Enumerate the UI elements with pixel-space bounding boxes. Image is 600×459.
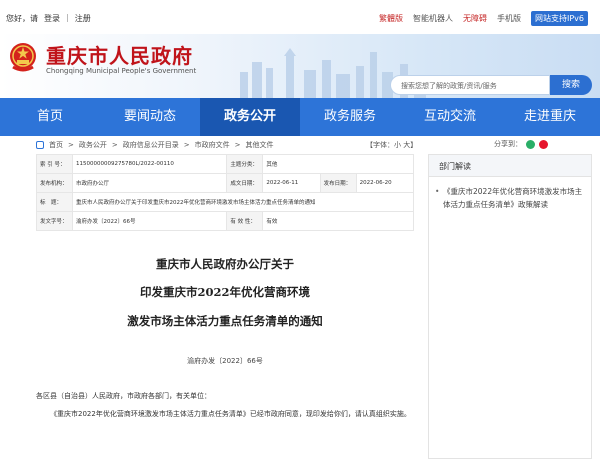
nav-home[interactable]: 首页 xyxy=(0,98,100,136)
table-row: 标 题： 重庆市人民政府办公厅关于印发重庆市2022年优化营商环境激发市场主体活… xyxy=(36,192,414,212)
login-link[interactable]: 登录 xyxy=(44,13,60,24)
breadcrumb-home[interactable]: 首页 xyxy=(49,140,63,150)
top-utility-bar: 您好，请 登录 | 注册 繁體版 智能机器人 无障碍 手机版 网站支持IPv6 xyxy=(0,0,600,34)
breadcrumb-other-files[interactable]: 其他文件 xyxy=(246,140,274,150)
meta-value: 重庆市人民政府办公厅关于印发重庆市2022年优化营商环境激发市场主体活力重点任务… xyxy=(72,192,414,212)
meta-key: 发布机构： xyxy=(36,173,73,193)
meta-value: 2022-06-11 xyxy=(262,173,321,193)
nav-gov-affairs-open[interactable]: 政务公开 xyxy=(200,98,300,136)
site-title[interactable]: 重庆市人民政府 xyxy=(46,40,193,69)
meta-value: 渝府办发〔2022〕66号 xyxy=(71,211,228,231)
nav-news[interactable]: 要闻动态 xyxy=(100,98,200,136)
meta-key: 发文字号： xyxy=(36,211,73,231)
share-bar: 分享到： xyxy=(494,139,548,149)
article-salutation: 各区县（自治县）人民政府，市政府各部门，有关单位： xyxy=(36,392,211,400)
breadcrumb-catalog[interactable]: 政府信息公开目录 xyxy=(123,140,179,150)
nav-interaction[interactable]: 互动交流 xyxy=(400,98,500,136)
robot-link[interactable]: 智能机器人 xyxy=(413,13,453,26)
meta-key: 成文日期： xyxy=(226,173,264,193)
user-links: 您好，请 登录 | 注册 xyxy=(6,13,91,24)
meta-value: 有效 xyxy=(262,211,414,231)
breadcrumb-separator: > xyxy=(183,141,190,149)
separator: | xyxy=(66,13,69,22)
article-title-line-1: 重庆市人民政府办公厅关于 xyxy=(156,257,294,271)
site-subtitle: Chongqing Municipal People's Government xyxy=(46,67,197,75)
main-nav: 首页 要闻动态 政务公开 政务服务 互动交流 走进重庆 xyxy=(0,98,600,136)
breadcrumb-separator: > xyxy=(234,141,241,149)
register-link[interactable]: 注册 xyxy=(75,13,91,24)
national-emblem-icon xyxy=(10,43,36,72)
meta-value: 其他 xyxy=(262,154,414,174)
meta-key: 索 引 号： xyxy=(36,154,73,174)
meta-key: 主题分类： xyxy=(226,154,264,174)
breadcrumb-separator: > xyxy=(111,141,118,149)
document-meta-table: 索 引 号： 11500000009275780L/2022-00110 主题分… xyxy=(36,154,415,231)
meta-key: 发布日期： xyxy=(319,173,357,193)
breadcrumb-city-files[interactable]: 市政府文件 xyxy=(195,140,230,150)
article-title-line-3: 激发市场主体活力重点任务清单的通知 xyxy=(127,314,323,328)
breadcrumb-separator: > xyxy=(68,141,74,149)
meta-value: 市政府办公厅 xyxy=(71,173,228,193)
search-button[interactable]: 搜索 xyxy=(550,75,592,95)
table-row: 发文字号： 渝府办发〔2022〕66号 有 效 性： 有效 xyxy=(36,211,414,231)
top-links: 繁體版 智能机器人 无障碍 手机版 网站支持IPv6 xyxy=(379,11,588,26)
article-title-line-2: 印发重庆市2022年优化营商环境 xyxy=(139,285,310,299)
header-banner: 重庆市人民政府 Chongqing Municipal People's Gov… xyxy=(0,34,600,98)
home-icon xyxy=(36,141,44,149)
nav-about-chongqing[interactable]: 走进重庆 xyxy=(500,98,600,136)
greeting-text: 您好，请 xyxy=(6,14,38,23)
meta-key: 标 题： xyxy=(36,192,73,212)
font-size-control[interactable]: 【字体：小 大】 xyxy=(366,140,417,150)
meta-key: 有 效 性： xyxy=(226,211,264,231)
traditional-chinese-link[interactable]: 繁體版 xyxy=(379,13,403,26)
nav-gov-services[interactable]: 政务服务 xyxy=(300,98,400,136)
wechat-icon[interactable] xyxy=(526,139,535,149)
meta-value: 11500000009275780L/2022-00110 xyxy=(71,154,228,174)
ipv6-badge: 网站支持IPv6 xyxy=(530,11,588,26)
department-interpretation-panel: 部门解读 《重庆市2022年优化营商环境激发市场主体活力重点任务清单》政策解读 xyxy=(428,154,592,459)
article-paragraph: 《重庆市2022年优化营商环境激发市场主体活力重点任务清单》已经市政府同意，现印… xyxy=(50,410,411,418)
meta-value: 2022-06-20 xyxy=(355,173,415,193)
search-input[interactable]: 搜索您想了解的政策/资讯/服务 xyxy=(390,75,550,95)
interpretation-link[interactable]: 《重庆市2022年优化营商环境激发市场主体活力重点任务清单》政策解读 xyxy=(429,177,591,211)
share-label: 分享到： xyxy=(494,140,522,148)
table-row: 发布机构： 市政府办公厅 成文日期： 2022-06-11 发布日期： 2022… xyxy=(36,173,415,193)
panel-heading: 部门解读 xyxy=(429,155,591,177)
breadcrumb-gov-affairs[interactable]: 政务公开 xyxy=(79,140,107,150)
breadcrumb: 首页 > 政务公开 > 政府信息公开目录 > 市政府文件 > 其他文件 xyxy=(36,140,274,150)
accessibility-link[interactable]: 无障碍 xyxy=(463,13,487,26)
article-doc-number: 渝府办发〔2022〕66号 xyxy=(187,357,263,365)
mobile-link[interactable]: 手机版 xyxy=(497,13,521,26)
table-row: 索 引 号： 11500000009275780L/2022-00110 主题分… xyxy=(36,154,414,174)
weibo-icon[interactable] xyxy=(539,139,548,149)
